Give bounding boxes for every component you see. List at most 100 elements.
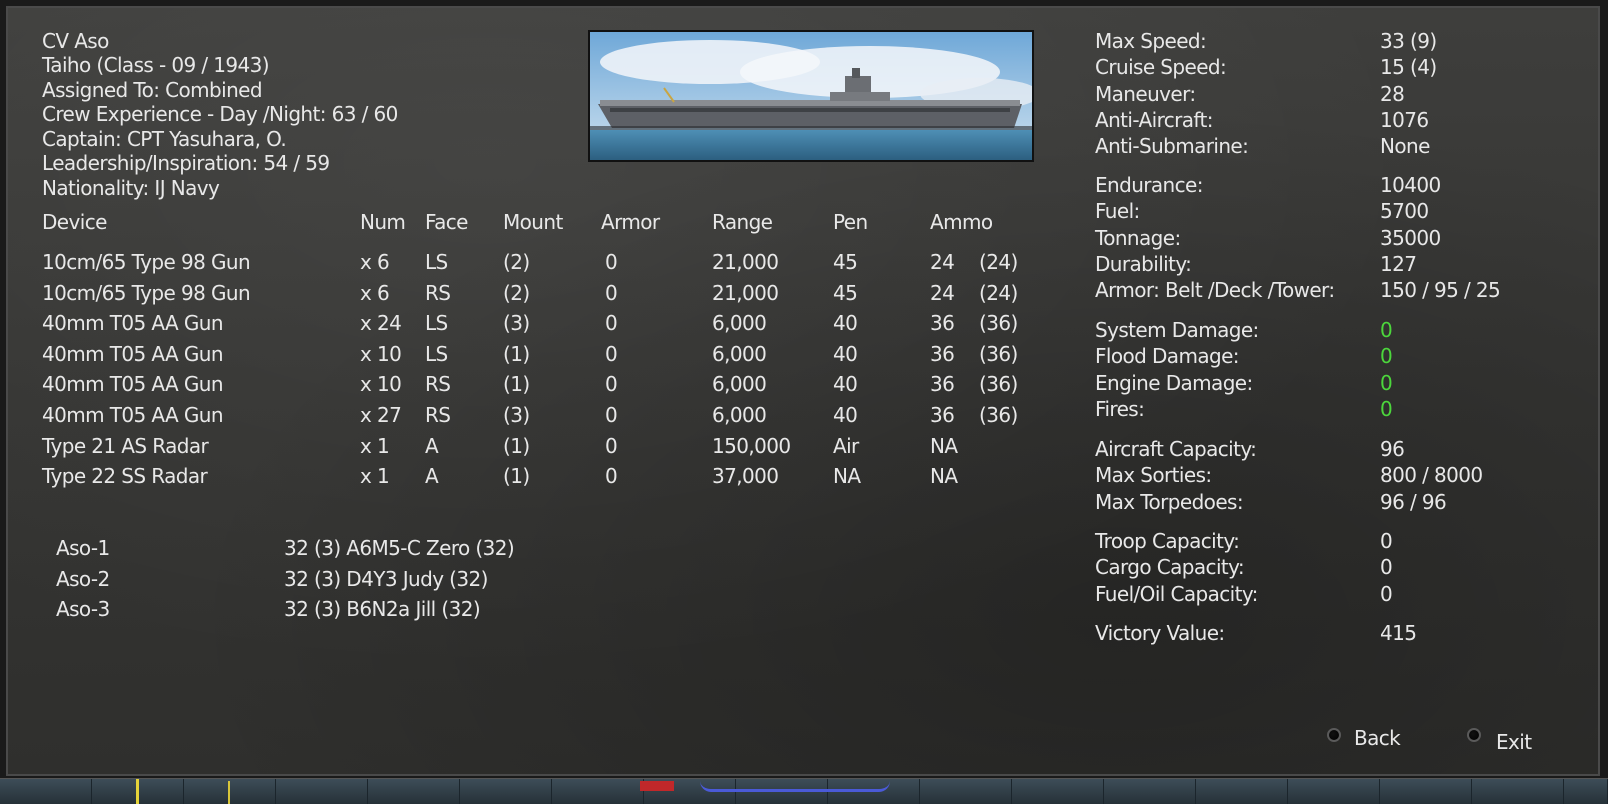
stat-label: Max Sorties: (1095, 463, 1212, 488)
device-armor: 0 (605, 403, 618, 427)
device-name: 40mm T05 AA Gun (42, 341, 224, 366)
device-face: LS (425, 311, 448, 336)
strip-segment[interactable] (1288, 779, 1380, 804)
device-num: x 1 (360, 464, 390, 489)
device-armor: 0 (605, 433, 618, 458)
stat-label: Engine Damage: (1095, 370, 1253, 395)
stat-value: 96 / 96 (1380, 489, 1447, 514)
device-ammo: 36 (930, 372, 955, 397)
stat-label: Fuel/Oil Capacity: (1095, 581, 1258, 606)
captain: Captain: CPT Yasuhara, O. (42, 127, 287, 151)
stat-label: Victory Value: (1095, 621, 1225, 645)
air-group-name[interactable]: Aso-1 (56, 537, 110, 559)
strip-segment[interactable] (920, 779, 1012, 804)
device-pen: 40 (833, 311, 858, 336)
back-radio-icon[interactable] (1327, 728, 1341, 742)
ship-class: Taiho (Class - 09 / 1943) (42, 53, 270, 77)
stat-value: 15 (4) (1380, 55, 1437, 80)
air-group-detail: 32 (3) A6M5-C Zero (32) (284, 536, 515, 560)
back-button[interactable]: Back (1354, 727, 1401, 749)
ship-detail-panel: CV Aso Taiho (Class - 09 / 1943) Assigne… (6, 6, 1600, 776)
strip-segment[interactable] (1196, 779, 1288, 804)
device-num: x 6 (360, 250, 390, 274)
strip-segment[interactable] (0, 779, 92, 804)
device-mount: (2) (503, 280, 530, 305)
air-group-name[interactable]: Aso-3 (56, 598, 110, 620)
exit-button[interactable]: Exit (1496, 731, 1532, 753)
device-face: A (425, 433, 439, 458)
stat-value: 5700 (1380, 199, 1429, 224)
strip-segment[interactable] (1564, 779, 1608, 804)
strip-segment[interactable] (184, 779, 276, 804)
device-range: 21,000 (712, 280, 779, 305)
device-ammo-max: (36) (979, 341, 1018, 366)
device-face: RS (425, 403, 451, 427)
device-pen: 40 (833, 372, 858, 397)
exit-radio-icon[interactable] (1467, 728, 1481, 742)
stat-label: Flood Damage: (1095, 344, 1240, 369)
device-name: 40mm T05 AA Gun (42, 372, 224, 397)
strip-segment[interactable] (276, 779, 368, 804)
col-header-ammo: Ammo (930, 210, 993, 234)
stat-value: 0 (1380, 344, 1393, 369)
bottom-toolbar-strip (0, 778, 1608, 804)
stat-label: Troop Capacity: (1095, 529, 1240, 553)
air-group-detail: 32 (3) B6N2a Jill (32) (284, 597, 481, 621)
stat-value: 800 / 8000 (1380, 463, 1483, 488)
stat-label: Cruise Speed: (1095, 55, 1227, 80)
stat-label: Durability: (1095, 251, 1192, 276)
stat-label: Maneuver: (1095, 81, 1196, 106)
carrier-illustration (590, 32, 1032, 160)
col-header-armor: Armor (601, 210, 660, 234)
strip-segment[interactable] (1380, 779, 1472, 804)
stat-value: 0 (1380, 318, 1393, 342)
stat-value: 96 (1380, 437, 1405, 461)
device-mount: (1) (503, 341, 530, 366)
stat-value: None (1380, 134, 1430, 159)
air-group-name[interactable]: Aso-2 (56, 568, 110, 590)
stat-label: Max Torpedoes: (1095, 489, 1244, 514)
device-ammo-max: (36) (979, 372, 1018, 397)
stat-label: Aircraft Capacity: (1095, 437, 1257, 461)
device-pen: Air (833, 433, 859, 458)
strip-segment[interactable] (552, 779, 644, 804)
strip-segment[interactable] (460, 779, 552, 804)
stat-label: Armor: Belt /Deck /Tower: (1095, 278, 1335, 303)
stat-value: 127 (1380, 251, 1417, 276)
device-num: x 6 (360, 280, 390, 305)
strip-segment[interactable] (1104, 779, 1196, 804)
stat-value: 0 (1380, 370, 1393, 395)
device-range: 21,000 (712, 250, 779, 274)
device-ammo: NA (930, 464, 958, 489)
stat-value: 28 (1380, 81, 1405, 106)
strip-segment[interactable] (1472, 779, 1564, 804)
device-name: Type 22 SS Radar (42, 464, 208, 489)
nationality: Nationality: IJ Navy (42, 176, 220, 200)
device-pen: 45 (833, 280, 858, 305)
device-pen: 40 (833, 403, 858, 427)
stat-label: Cargo Capacity: (1095, 555, 1245, 580)
ship-picture (588, 30, 1034, 162)
device-armor: 0 (605, 372, 618, 397)
stat-value: 0 (1380, 529, 1393, 553)
device-ammo: 36 (930, 341, 955, 366)
device-mount: (1) (503, 464, 530, 489)
stat-label: Anti-Submarine: (1095, 134, 1249, 159)
col-header-device: Device (42, 210, 107, 234)
strip-segment[interactable] (368, 779, 460, 804)
device-mount: (1) (503, 372, 530, 397)
strip-segment[interactable] (1012, 779, 1104, 804)
device-ammo: 36 (930, 403, 955, 427)
device-ammo: NA (930, 433, 958, 458)
device-ammo: 24 (930, 250, 955, 274)
device-num: x 10 (360, 372, 402, 397)
device-range: 6,000 (712, 403, 767, 427)
col-header-mount: Mount (503, 210, 563, 234)
device-name: Type 21 AS Radar (42, 433, 209, 458)
device-mount: (2) (503, 250, 530, 274)
col-header-face: Face (425, 210, 468, 234)
device-face: LS (425, 341, 448, 366)
stat-value: 150 / 95 / 25 (1380, 278, 1501, 303)
device-num: x 1 (360, 433, 390, 458)
device-armor: 0 (605, 464, 618, 489)
